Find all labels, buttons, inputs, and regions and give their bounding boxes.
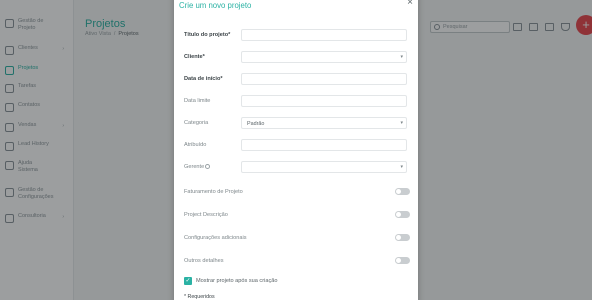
modal-title: Crie um novo projeto <box>179 1 252 10</box>
start-date-input[interactable] <box>241 73 407 85</box>
toggle-row-outros: Outros detalhes <box>184 255 410 267</box>
select-value: Padrão <box>247 120 265 127</box>
project-title-input[interactable] <box>241 29 407 41</box>
field-label: Data limite <box>184 98 211 104</box>
toggle-label: Configurações adicionais <box>184 235 247 241</box>
create-project-modal: Crie um novo projeto × Título do projeto… <box>174 0 418 300</box>
toggle-knob <box>396 189 401 194</box>
show-project-checkbox[interactable]: ✓ <box>184 277 192 285</box>
chevron-down-icon: ▾ <box>400 54 403 60</box>
billing-toggle[interactable] <box>395 188 410 195</box>
field-label-wrap: Gerente <box>184 164 211 170</box>
description-toggle[interactable] <box>395 211 410 218</box>
required-note: * Requeridos <box>184 294 215 300</box>
field-label: Data de início* <box>184 76 223 82</box>
toggle-knob <box>396 235 401 240</box>
form-row-titulo: Título do projeto* <box>184 29 408 41</box>
form-row-cliente: Cliente* ▾ <box>184 51 408 63</box>
field-label: Título do projeto* <box>184 32 231 38</box>
toggle-label: Project Descrição <box>184 212 228 218</box>
toggle-row-configuracoes: Configurações adicionais <box>184 232 410 244</box>
field-label: Gerente <box>184 164 205 170</box>
form-row-data-limite: Data limite <box>184 95 408 107</box>
manager-select[interactable]: ▾ <box>241 161 407 173</box>
close-icon[interactable]: × <box>407 0 413 8</box>
toggle-row-descricao: Project Descrição <box>184 209 410 221</box>
form-row-atribuido: Atribuído <box>184 139 408 151</box>
deadline-input[interactable] <box>241 95 407 107</box>
client-select[interactable]: ▾ <box>241 51 407 63</box>
checkbox-label: Mostrar projeto após sua criação <box>196 278 278 284</box>
toggle-knob <box>396 212 401 217</box>
toggle-label: Faturamento de Projeto <box>184 189 243 195</box>
help-icon[interactable] <box>205 164 211 170</box>
chevron-down-icon: ▾ <box>400 120 403 126</box>
assigned-input[interactable] <box>241 139 407 151</box>
chevron-down-icon: ▾ <box>400 164 403 170</box>
other-details-toggle[interactable] <box>395 257 410 264</box>
field-label: Cliente* <box>184 54 205 60</box>
category-select[interactable]: Padrão ▾ <box>241 117 407 129</box>
toggle-label: Outros detalhes <box>184 258 224 264</box>
form-row-categoria: Categoria Padrão ▾ <box>184 117 408 129</box>
additional-settings-toggle[interactable] <box>395 234 410 241</box>
field-label: Categoria <box>184 120 209 126</box>
toggle-knob <box>396 258 401 263</box>
form-row-data-inicio: Data de início* <box>184 73 408 85</box>
field-label: Atribuído <box>184 142 207 148</box>
toggle-row-faturamento: Faturamento de Projeto <box>184 186 410 198</box>
form-row-gerente: Gerente ▾ <box>184 161 408 173</box>
